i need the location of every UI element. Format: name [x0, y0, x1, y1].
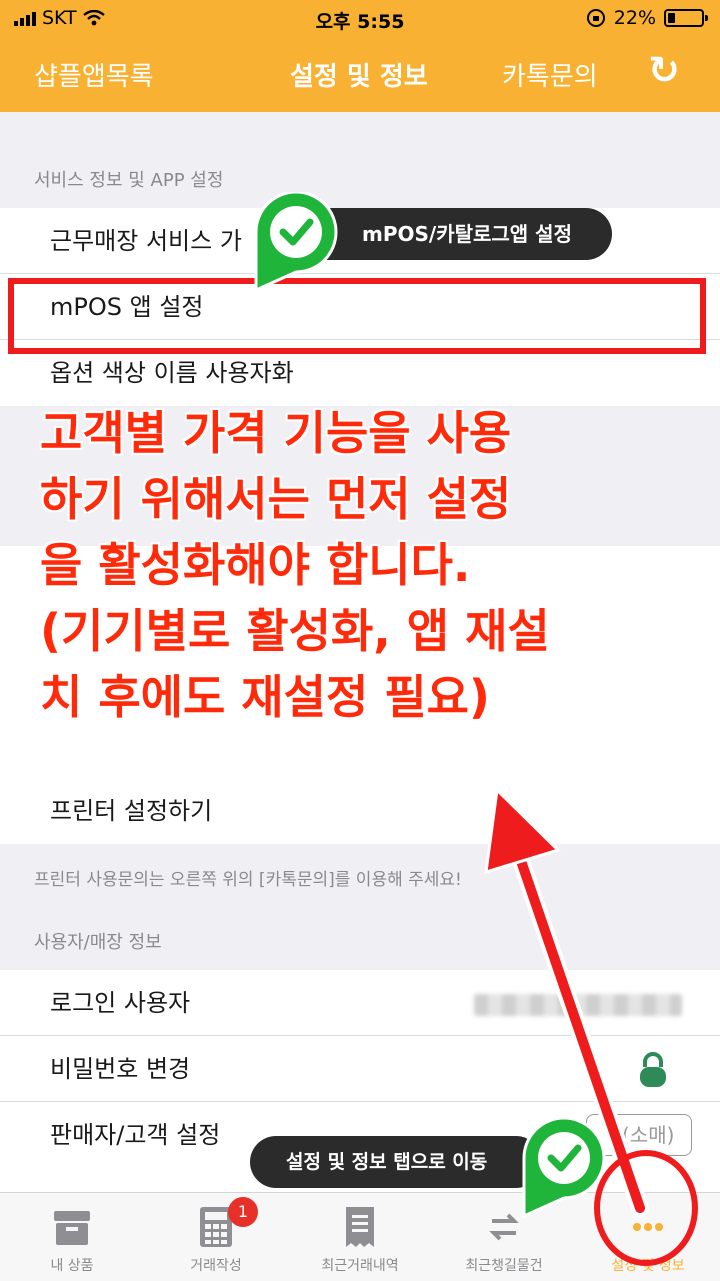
tab-create-deal[interactable]: 1 거래작성 [144, 1193, 288, 1281]
printer-footnote: 프린터 사용문의는 오른쪽 위의 [카톡문의]를 이용해 주세요! [34, 870, 462, 890]
kakao-inquiry-button[interactable]: 카톡문의 [502, 56, 598, 93]
tab-recent-deals[interactable]: 최근거래내역 [288, 1193, 432, 1281]
note-line: 을 활성화해야 합니다. [40, 538, 471, 592]
swap-icon [489, 1213, 519, 1241]
row-label: 비밀번호 변경 [50, 1055, 191, 1083]
lock-icon [640, 1052, 666, 1087]
tab-my-products[interactable]: 내 상품 [0, 1193, 144, 1281]
callout-go-settings-tab: 설정 및 정보 탭으로 이동 [250, 1136, 542, 1188]
mpos-row-highlight [8, 278, 706, 354]
note-line: 고객별 가격 기능을 사용 [40, 406, 512, 460]
app-list-button[interactable]: 샵플앱목록 [34, 56, 154, 93]
row-change-password[interactable]: 비밀번호 변경 [0, 1036, 720, 1102]
receipt-icon [346, 1207, 374, 1247]
tab-label: 거래작성 [190, 1258, 242, 1274]
row-label: 판매자/고객 설정 [50, 1121, 221, 1149]
note-line: 하기 위해서는 먼저 설정 [40, 472, 512, 526]
blurred-user-value [474, 994, 682, 1016]
tab-label: 내 상품 [50, 1258, 94, 1274]
row-login-user[interactable]: 로그인 사용자 [0, 970, 720, 1036]
tab-label: 최근챙길물건 [465, 1258, 543, 1274]
tab-label: 최근거래내역 [321, 1258, 399, 1274]
section-header-user: 사용자/매장 정보 [34, 932, 162, 953]
battery-percent: 22% [613, 7, 656, 29]
note-line: (기기별로 활성화, 앱 재설 [40, 604, 550, 658]
printer-group: 프린터 설정하기 [0, 778, 720, 844]
section-header-service: 서비스 정보 및 APP 설정 [34, 170, 224, 191]
check-marker-icon [522, 1118, 606, 1218]
battery-icon [664, 9, 708, 27]
row-label: 로그인 사용자 [50, 989, 191, 1017]
row-printer-settings[interactable]: 프린터 설정하기 [0, 778, 720, 844]
instruction-note: 고객별 가격 기능을 사용 하기 위해서는 먼저 설정 을 활성화해야 합니다.… [40, 400, 700, 730]
orientation-lock-icon [586, 9, 605, 27]
box-icon [54, 1211, 90, 1245]
check-marker-icon [254, 192, 338, 292]
refresh-icon[interactable]: ↻ [648, 48, 680, 92]
note-line: 치 후에도 재설정 필요) [40, 670, 490, 724]
settings-tab-highlight [594, 1150, 698, 1266]
notification-badge: 1 [228, 1197, 258, 1227]
page-title: 설정 및 정보 [290, 62, 428, 92]
status-bar: SKT 오후 5:55 22% [0, 0, 720, 36]
nav-bar: 샵플앱목록 설정 및 정보 카톡문의 ↻ [0, 36, 720, 112]
